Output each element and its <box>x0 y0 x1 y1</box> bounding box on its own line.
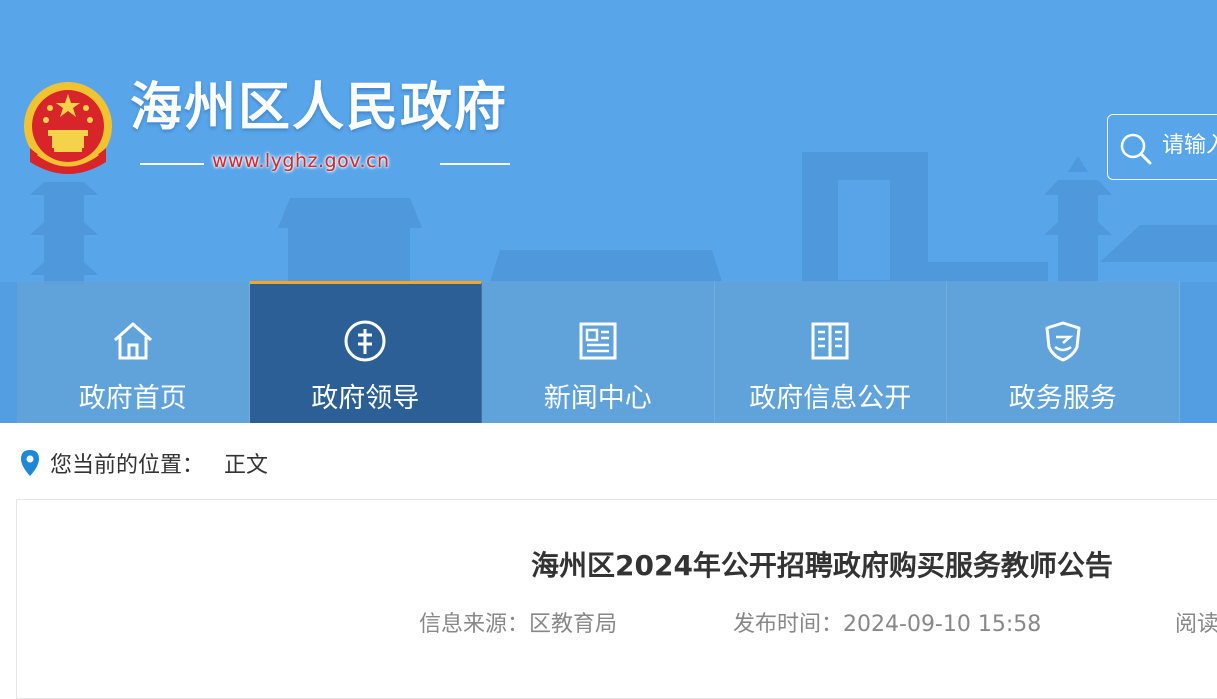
main-nav: 政府首页 政府领导 新闻中心 政府信息公开 政务服务 <box>17 281 1217 423</box>
source-label: 信息来源： <box>419 612 530 637</box>
nav-item-info-disclosure[interactable]: 政府信息公开 <box>714 281 947 423</box>
national-emblem-logo <box>24 82 112 174</box>
url-divider-left <box>140 163 204 165</box>
search-placeholder[interactable]: 请输入 <box>1162 135 1217 157</box>
breadcrumb-current[interactable]: 正文 <box>224 447 268 479</box>
shield-icon <box>1045 321 1081 362</box>
nav-item-leaders[interactable]: 政府领导 <box>249 281 482 423</box>
book-icon <box>811 322 849 360</box>
nav-label: 政府领导 <box>311 383 420 414</box>
header-banner: 海州区人民政府 www.lyghz.gov.cn 请输入 政府首页 政 <box>0 0 1217 423</box>
leader-icon <box>344 320 386 362</box>
source-value: 区教育局 <box>529 612 618 637</box>
site-url: www.lyghz.gov.cn <box>212 150 390 172</box>
site-title: 海州区人民政府 <box>130 78 509 138</box>
read-label: 阅读 <box>1175 612 1217 637</box>
search-icon[interactable] <box>1118 131 1154 167</box>
breadcrumb: 您当前的位置： 正文 <box>20 447 268 479</box>
nav-label: 政务服务 <box>1008 383 1117 414</box>
news-icon <box>579 322 617 360</box>
nav-item-news[interactable]: 新闻中心 <box>482 281 715 423</box>
article-source: 信息来源：区教育局 <box>419 614 617 636</box>
article-title: 海州区2024年公开招聘政府购买服务教师公告 <box>531 549 1113 582</box>
breadcrumb-prefix: 您当前的位置： <box>50 453 205 478</box>
home-icon <box>113 322 152 360</box>
time-value: 2024-09-10 15:58 <box>843 612 1042 637</box>
nav-label: 政府首页 <box>78 383 187 414</box>
url-divider-right <box>440 163 510 165</box>
article-panel: 海州区2024年公开招聘政府购买服务教师公告 信息来源：区教育局 发布时间：20… <box>16 499 1217 699</box>
location-pin-icon <box>21 450 39 476</box>
article-publish-time: 发布时间：2024-09-10 15:58 <box>733 614 1041 636</box>
search-input[interactable]: 请输入 <box>1107 114 1217 180</box>
nav-item-home[interactable]: 政府首页 <box>17 281 250 423</box>
nav-label: 政府信息公开 <box>749 383 912 414</box>
time-label: 发布时间： <box>733 612 844 637</box>
nav-item-services[interactable]: 政务服务 <box>947 281 1180 423</box>
article-read-count: 阅读 <box>1175 614 1217 636</box>
nav-label: 新闻中心 <box>543 383 652 414</box>
